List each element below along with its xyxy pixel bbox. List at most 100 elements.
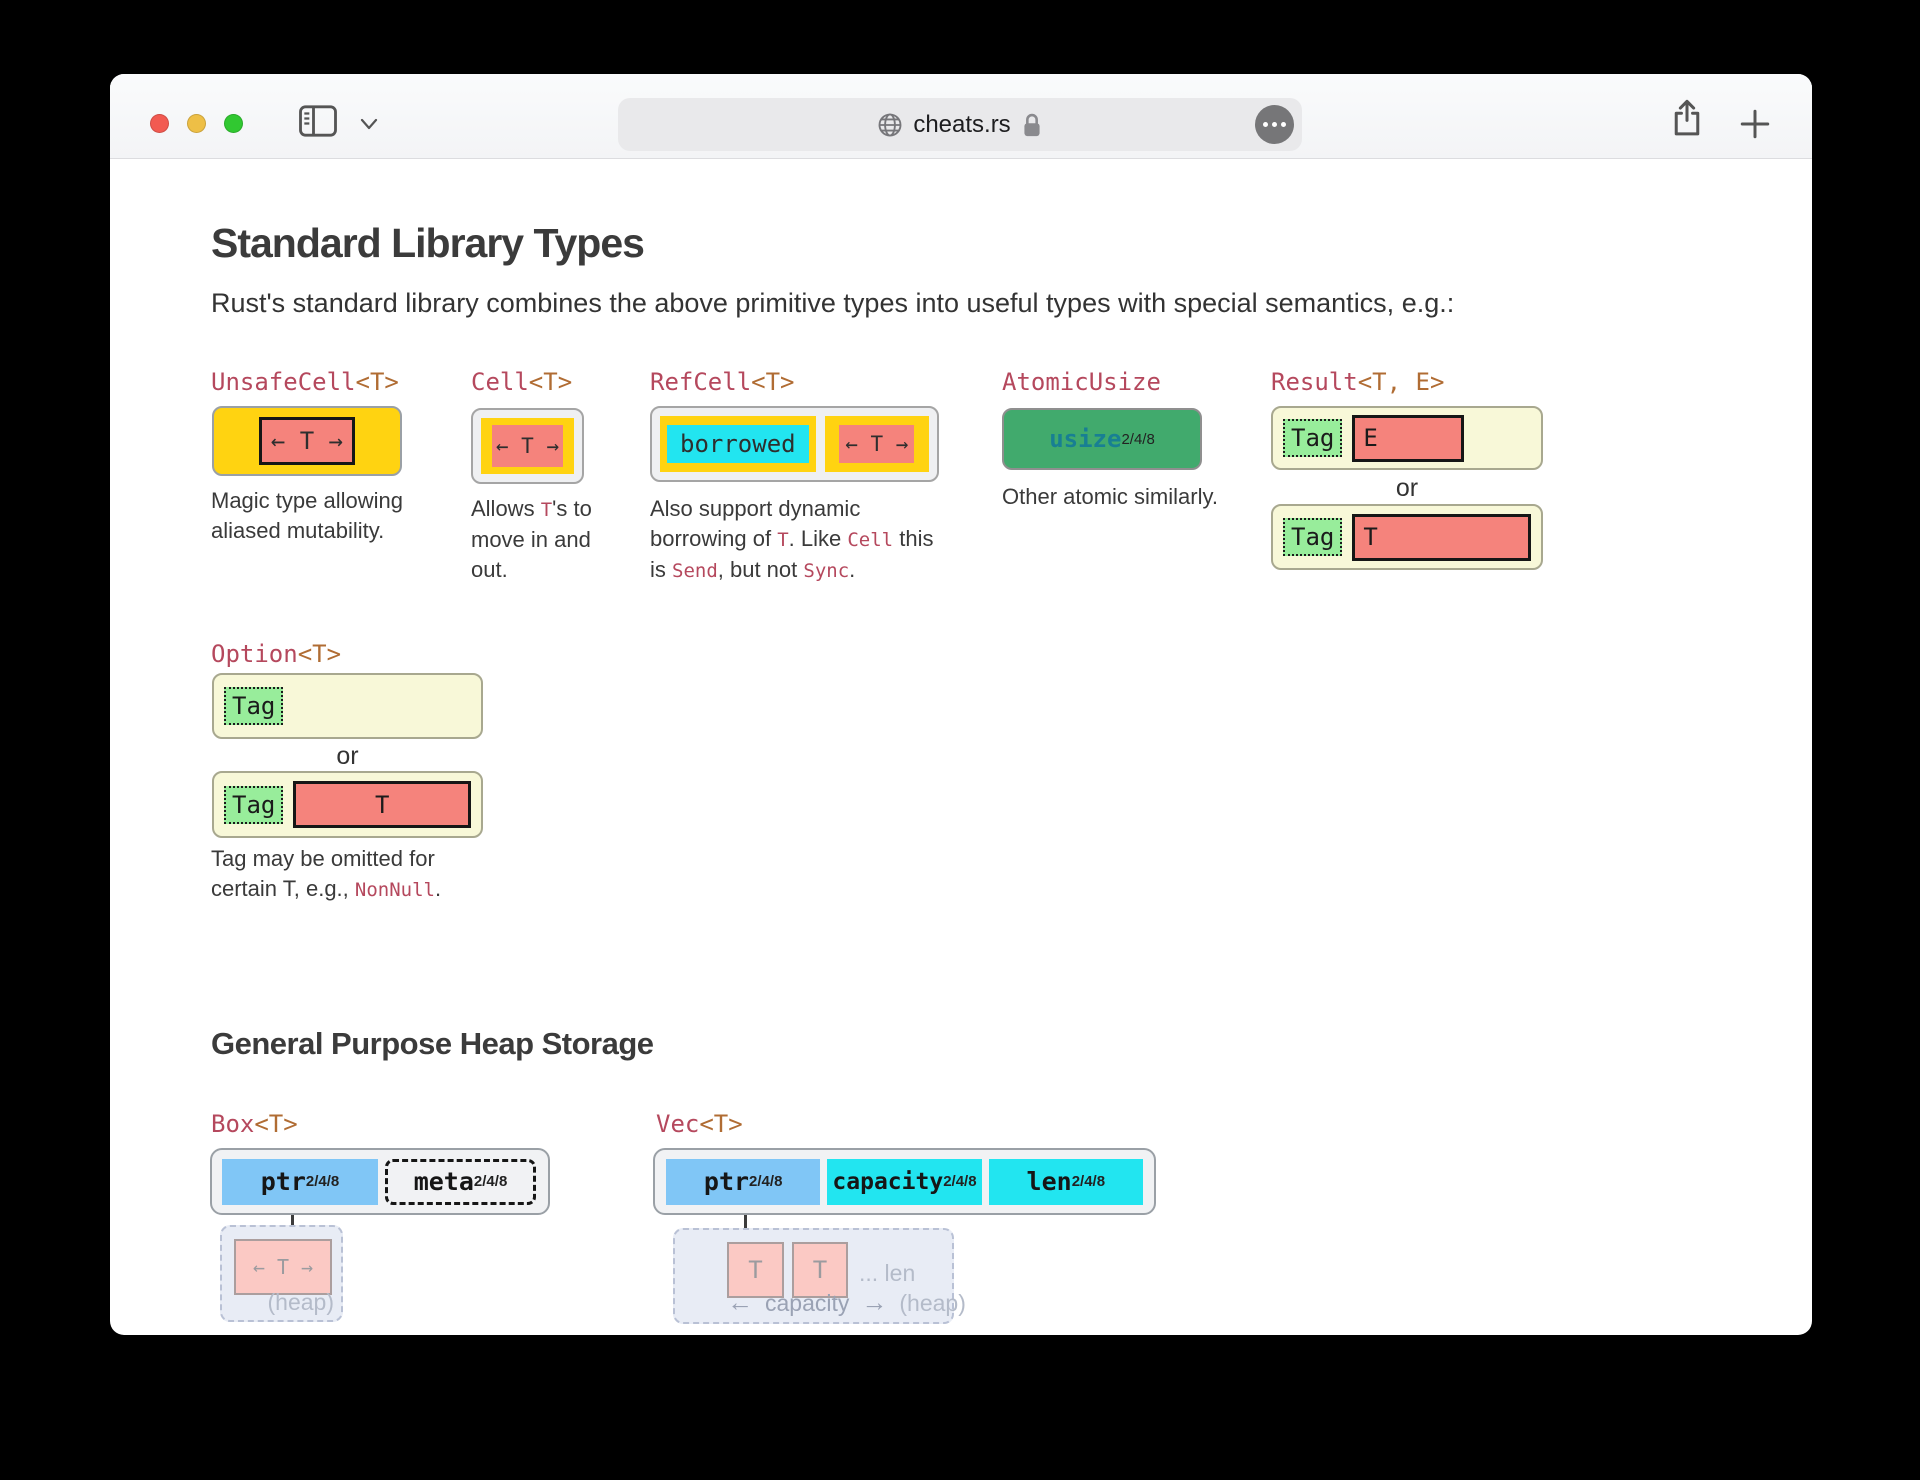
type-name: Cell [471,368,529,396]
type-link-unsafecell[interactable]: UnsafeCell<T> [211,368,399,396]
type-link-result[interactable]: Result<T, E> [1271,368,1444,396]
box-heap-t-cell: ← T → [234,1239,332,1295]
vec-ptr-cell: ptr2/4/8 [666,1159,820,1205]
page-title: Standard Library Types [211,220,644,267]
share-button[interactable] [1668,96,1706,140]
type-name: Option [211,640,298,668]
box-stack-diagram: ptr2/4/8 meta2/4/8 [210,1148,550,1215]
type-name: RefCell [650,368,751,396]
more-options-icon [1281,122,1286,127]
type-link-atomicusize[interactable]: AtomicUsize [1002,368,1161,396]
cell-text: ptr [261,1167,306,1196]
caption-text: . [849,557,855,582]
caption-text: , but not [718,557,804,582]
result-err-variant: Tag T [1271,504,1543,570]
inline-code: Send [672,560,718,582]
inline-code: Cell [847,529,893,551]
sidebar-toggle-button[interactable] [298,104,338,138]
new-tab-button[interactable] [1738,107,1772,141]
vec-heap-region: T T ... len ← capacity → (heap) [673,1228,954,1324]
box-heap-region: ← T → (heap) [220,1225,343,1322]
option-tag-cell: Tag [224,786,283,824]
more-options-icon [1272,122,1277,127]
more-options-icon [1263,122,1268,127]
cell-text: ptr [704,1167,749,1196]
type-link-option[interactable]: Option<T> [211,640,341,668]
cell-text: meta [414,1167,474,1196]
sidebar-dropdown-button[interactable] [358,116,380,132]
type-name: Vec [656,1110,699,1138]
vec-capacity-cell: capacity2/4/8 [827,1159,981,1205]
type-generics: <T> [529,368,572,396]
type-generics: <T> [298,640,341,668]
close-button[interactable] [150,114,169,133]
unsafecell-t-cell: ← T → [259,417,355,465]
cell-text: len [1027,1167,1072,1196]
type-link-cell[interactable]: Cell<T> [471,368,572,396]
inline-code: Sync [803,560,849,582]
intro-text: Rust's standard library combines the abo… [211,288,1671,319]
type-name: AtomicUsize [1002,368,1161,396]
chevron-down-icon [358,116,380,132]
size-note: 2/4/8 [1072,1173,1105,1190]
vec-stack-diagram: ptr2/4/8 capacity2/4/8 len2/4/8 [653,1148,1156,1215]
minimize-button[interactable] [187,114,206,133]
arrow-left-icon: ← [727,1287,753,1318]
capacity-span-label: capacity [765,1290,849,1317]
page-settings-button[interactable] [1255,105,1294,144]
result-tag-cell: Tag [1283,419,1342,457]
box-meta-cell: meta2/4/8 [385,1159,536,1205]
inline-code: NonNull [355,879,435,901]
inline-code: T [541,499,552,521]
caption-text: . Like [789,526,848,551]
vec-len-cell: len2/4/8 [989,1159,1143,1205]
plus-icon [1738,107,1772,141]
address-bar[interactable]: cheats.rs [618,98,1302,151]
size-note: 2/4/8 [749,1173,782,1190]
usize-cell: usize [1049,425,1121,453]
box-ptr-cell: ptr2/4/8 [222,1159,378,1205]
inline-code: T [777,529,788,551]
size-note: 2/4/8 [306,1173,339,1190]
share-icon [1668,96,1706,140]
option-caption: Tag may be omitted for certain T, e.g., … [211,844,446,905]
section-title: General Purpose Heap Storage [211,1026,654,1062]
cell-diagram: ← T → [471,408,584,484]
heap-label: (heap) [899,1290,965,1317]
cell-gold-layer: ← T → [481,418,574,474]
atomicusize-diagram: usize2/4/8 [1002,408,1202,470]
type-generics: <T> [699,1110,742,1138]
browser-toolbar: cheats.rs [110,74,1812,159]
unsafecell-diagram: ← T → [212,406,402,476]
sidebar-icon [298,104,338,138]
type-generics: <T> [254,1110,297,1138]
type-name: Box [211,1110,254,1138]
atomicusize-caption: Other atomic similarly. [1002,482,1252,512]
window-controls [150,114,243,133]
option-some-variant: Tag T [212,771,483,838]
refcell-diagram: borrowed ← T → [650,406,939,482]
type-link-box[interactable]: Box<T> [211,1110,298,1138]
cell-caption: Allows T's to move in and out. [471,494,606,585]
lock-icon [1020,111,1044,139]
refcell-gold-layer: borrowed [660,416,816,472]
type-generics: <T> [751,368,794,396]
refcell-t-cell: ← T → [839,425,914,463]
caption-text: . [435,876,441,901]
type-link-refcell[interactable]: RefCell<T> [650,368,795,396]
type-name: Result [1271,368,1358,396]
unsafecell-caption: Magic type allowing aliased mutability. [211,486,416,546]
type-link-vec[interactable]: Vec<T> [656,1110,743,1138]
size-note: 2/4/8 [1121,431,1154,448]
refcell-caption: Also support dynamic borrowing of T. Lik… [650,494,955,586]
result-or-text: or [1271,474,1543,503]
vec-capacity-row: ← capacity → (heap) [727,1287,944,1318]
vec-len-note: ... len [859,1260,915,1287]
option-tag-cell: Tag [224,687,283,725]
refcell-borrowed-cell: borrowed [667,425,809,463]
heap-label: (heap) [268,1289,334,1316]
url-text: cheats.rs [913,111,1010,139]
zoom-button[interactable] [224,114,243,133]
result-t-cell: T [1352,514,1531,561]
refcell-gold-layer: ← T → [825,416,929,472]
